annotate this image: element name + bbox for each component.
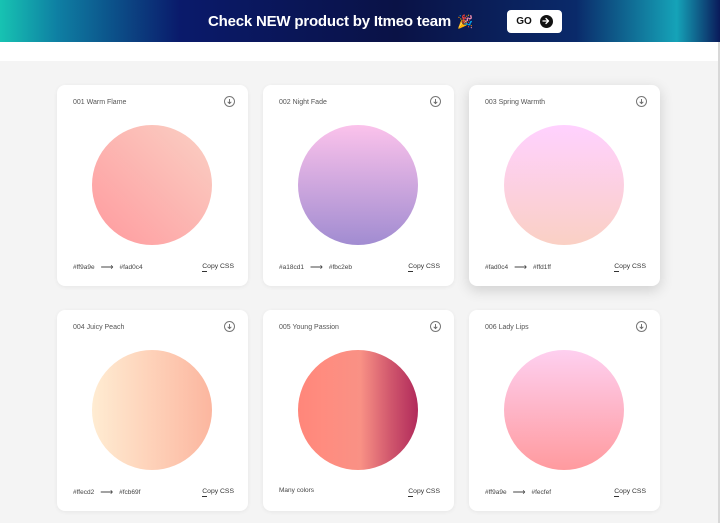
gradient-card-night-fade[interactable]: 002 Night Fade #a18cd1 ⟶ #fbc2eb Copy CS… — [263, 85, 454, 286]
download-icon[interactable] — [430, 321, 441, 332]
copy-css-button[interactable]: Copy CSS — [614, 263, 646, 272]
copy-css-button[interactable]: Copy CSS — [202, 488, 234, 497]
gradient-preview — [92, 125, 212, 245]
arrow-right-icon: ⟶ — [100, 487, 114, 497]
download-icon[interactable] — [636, 321, 647, 332]
download-icon[interactable] — [224, 96, 235, 107]
gradient-card-warm-flame[interactable]: 001 Warm Flame #ff9a9e ⟶ #fad0c4 Copy CS… — [57, 85, 248, 286]
arrow-right-icon: ⟶ — [514, 262, 528, 272]
color-codes: #fad0c4 ⟶ #ffd1ff — [485, 262, 551, 273]
gradient-card-juicy-peach[interactable]: 004 Juicy Peach #ffecd2 ⟶ #fcb69f Copy C… — [57, 310, 248, 511]
color-codes: #ff9a9e ⟶ #fecfef — [485, 487, 551, 498]
download-icon[interactable] — [224, 321, 235, 332]
arrow-right-icon — [539, 14, 553, 28]
color-from: #ff9a9e — [485, 489, 507, 496]
gradient-card-young-passion[interactable]: 005 Young Passion Many colors Copy CSS — [263, 310, 454, 511]
go-button[interactable]: GO — [506, 9, 562, 33]
color-to: #fcb69f — [119, 489, 141, 496]
promo-banner[interactable]: Check NEW product by Itmeo team 🎉 GO — [0, 0, 720, 42]
color-codes: Many colors — [279, 487, 314, 494]
color-codes: #ffecd2 ⟶ #fcb69f — [73, 487, 140, 498]
card-title: 006 Lady Lips — [485, 324, 529, 331]
header-bar — [0, 42, 718, 61]
color-codes: #ff9a9e ⟶ #fad0c4 — [73, 262, 143, 273]
color-to: #fbc2eb — [328, 264, 352, 271]
gradient-preview — [298, 125, 418, 245]
party-popper-icon: 🎉 — [456, 13, 473, 29]
color-from: #ffecd2 — [73, 489, 95, 496]
go-label: GO — [516, 15, 532, 27]
download-icon[interactable] — [430, 96, 441, 107]
gradient-preview — [504, 350, 624, 470]
gradient-preview — [504, 125, 624, 245]
color-from: #a18cd1 — [279, 264, 304, 271]
card-title: 004 Juicy Peach — [73, 324, 125, 331]
banner-label: Check NEW product by Itmeo team — [208, 12, 452, 30]
card-title: 002 Night Fade — [279, 99, 327, 106]
gradient-preview — [298, 350, 418, 470]
many-colors-label: Many colors — [279, 487, 315, 494]
card-title: 003 Spring Warmth — [485, 99, 546, 106]
arrow-right-icon: ⟶ — [100, 262, 114, 272]
card-title: 005 Young Passion — [279, 324, 339, 331]
arrow-right-icon: ⟶ — [309, 262, 323, 272]
color-from: #fad0c4 — [485, 264, 509, 271]
gradient-preview — [92, 350, 212, 470]
copy-css-button[interactable]: Copy CSS — [202, 263, 234, 272]
gradient-card-spring-warmth[interactable]: 003 Spring Warmth #fad0c4 ⟶ #ffd1ff Copy… — [469, 85, 660, 286]
copy-css-button[interactable]: Copy CSS — [408, 263, 440, 272]
copy-css-button[interactable]: Copy CSS — [614, 488, 646, 497]
banner-text: Check NEW product by Itmeo team 🎉 — [208, 13, 473, 30]
card-title: 001 Warm Flame — [73, 99, 127, 106]
color-to: #fecfef — [531, 489, 551, 496]
download-icon[interactable] — [636, 96, 647, 107]
color-to: #ffd1ff — [533, 264, 551, 271]
color-to: #fad0c4 — [119, 264, 143, 271]
copy-css-button[interactable]: Copy CSS — [408, 488, 440, 497]
arrow-right-icon: ⟶ — [512, 487, 526, 497]
color-from: #ff9a9e — [73, 264, 95, 271]
color-codes: #a18cd1 ⟶ #fbc2eb — [279, 262, 352, 273]
gradient-card-lady-lips[interactable]: 006 Lady Lips #ff9a9e ⟶ #fecfef Copy CSS — [469, 310, 660, 511]
